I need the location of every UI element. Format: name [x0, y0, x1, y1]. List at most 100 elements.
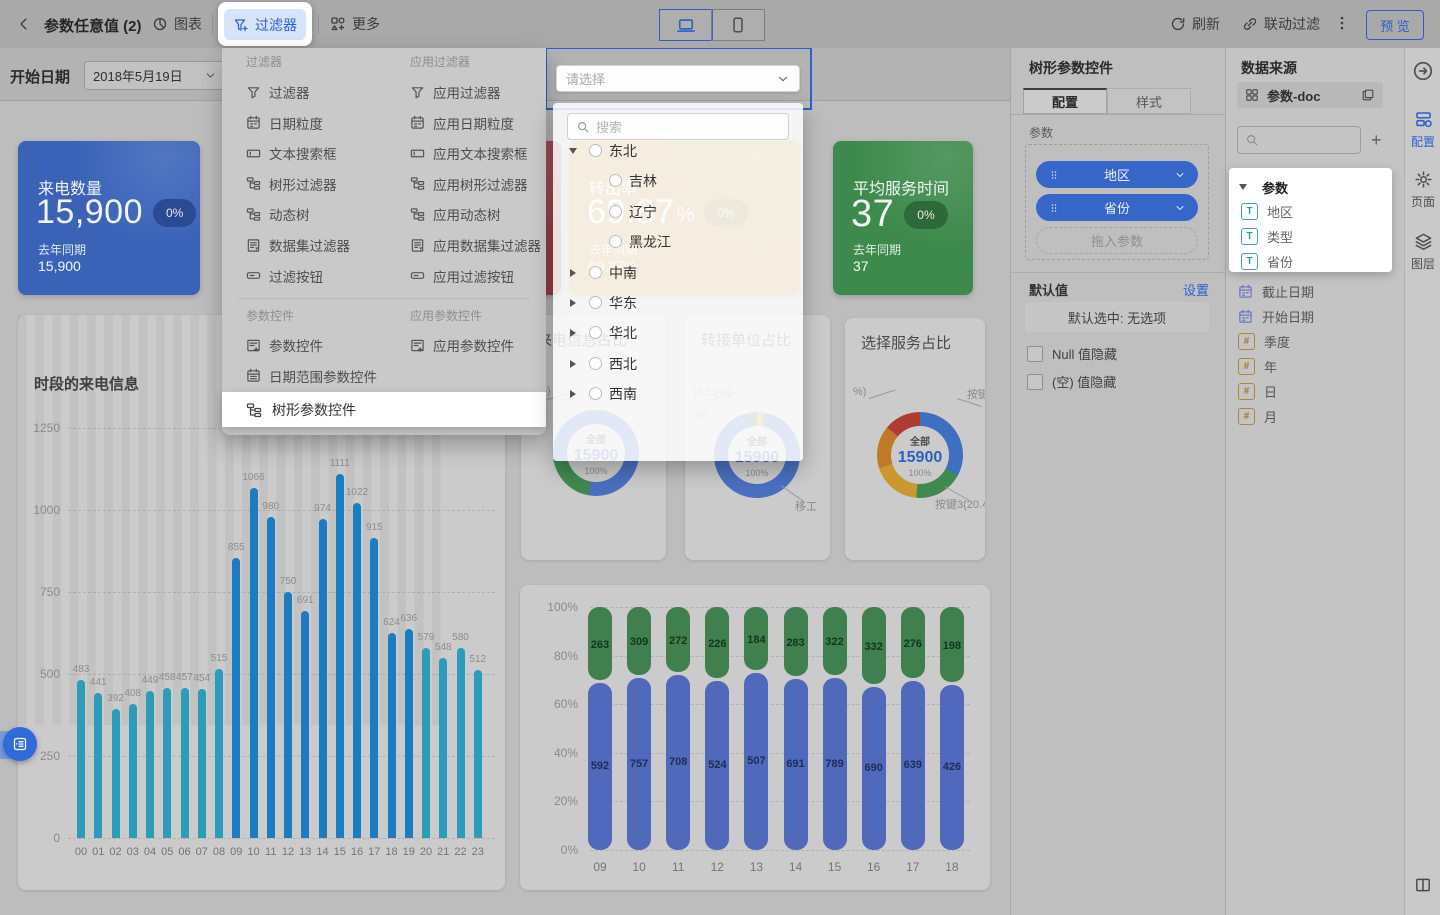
preview-button[interactable]: 预 览 — [1366, 10, 1424, 40]
kebab-menu-button[interactable] — [1334, 12, 1350, 34]
tree-node-西北[interactable]: 西北 — [553, 349, 803, 379]
bar-09 — [232, 558, 240, 838]
donut-callout-label: 按键 — [967, 386, 985, 402]
linkage-filter-button[interactable]: 联动过滤 — [1242, 13, 1320, 35]
filter-menu-button[interactable]: 过滤器 — [218, 2, 312, 46]
menu-item-日期粒度[interactable]: 日期粒度 — [246, 111, 323, 135]
dataset-selector[interactable]: 参数-doc — [1237, 82, 1383, 108]
more-menu-button[interactable]: 更多 — [330, 13, 380, 35]
menu-item-动态树[interactable]: 动态树 — [246, 202, 310, 226]
menu-item-应用文本搜索框[interactable]: 应用文本搜索框 — [410, 141, 528, 165]
kpi-card[interactable]: 来电数量15,9000%去年同期15,900 — [18, 141, 200, 295]
field-省份[interactable]: T省份 — [1241, 250, 1293, 272]
caret-down-icon[interactable] — [569, 148, 577, 154]
caret-right-icon[interactable] — [570, 269, 576, 277]
checkbox[interactable] — [1027, 374, 1043, 390]
field-季度[interactable]: #季度 — [1238, 330, 1290, 352]
stacked-percent-bar-chart[interactable]: 0%20%40%60%80%100%2635920930975710272708… — [520, 585, 990, 890]
bar-value-label: 1022 — [346, 487, 368, 498]
menu-item-过滤按钮[interactable]: 过滤按钮 — [246, 264, 323, 288]
service-share-donut-chart[interactable]: 选择服务占比 全部15900100%%)按键按键3(20.4 — [845, 318, 985, 560]
tree-node-中南[interactable]: 中南 — [553, 258, 803, 288]
menu-item-日期范围参数控件[interactable]: 日期范围参数控件 — [246, 364, 377, 388]
caret-down-icon[interactable] — [1239, 184, 1247, 190]
menu-item-应用参数控件[interactable]: 应用参数控件 — [410, 333, 514, 357]
kpi-card[interactable]: 平均服务时间370%去年同期37 — [833, 141, 973, 295]
radio-button[interactable] — [589, 387, 602, 400]
menu-item-应用树形过滤器[interactable]: 应用树形过滤器 — [410, 172, 528, 196]
add-field-button[interactable]: + — [1371, 130, 1382, 151]
x-axis-tick: 23 — [472, 846, 484, 858]
rail-item-页面[interactable]: 页面 — [1405, 170, 1440, 210]
chart-menu-button[interactable]: 图表 — [152, 13, 202, 35]
field-月[interactable]: #月 — [1238, 405, 1277, 427]
field-类型[interactable]: T类型 — [1241, 225, 1293, 247]
menu-item-应用日期粒度[interactable]: 应用日期粒度 — [410, 111, 514, 135]
rail-item-图层[interactable]: 图层 — [1405, 232, 1440, 272]
caret-right-icon[interactable] — [570, 299, 576, 307]
tree-node-华东[interactable]: 华东 — [553, 288, 803, 318]
radio-button[interactable] — [589, 357, 602, 370]
field-group-params[interactable]: 参数 — [1239, 176, 1288, 198]
menu-item-数据集过滤器[interactable]: 数据集过滤器 — [246, 233, 350, 257]
tree-node-黑龙江[interactable]: 黑龙江 — [553, 227, 803, 257]
tree-node-华北[interactable]: 华北 — [553, 318, 803, 348]
back-button[interactable] — [16, 13, 32, 35]
tab-style[interactable]: 样式 — [1107, 88, 1191, 114]
text-search-icon — [246, 146, 261, 161]
kebab-icon — [1334, 15, 1350, 31]
radio-button[interactable] — [589, 144, 602, 157]
tree-select-trigger[interactable]: 请选择 — [556, 65, 800, 92]
desktop-view-toggle[interactable] — [659, 9, 713, 41]
default-selection-box[interactable]: 默认选中: 无选项 — [1025, 302, 1209, 332]
radio-button[interactable] — [589, 296, 602, 309]
y-axis-tick: 500 — [20, 667, 60, 681]
tree-node-东北[interactable]: 东北 — [553, 136, 803, 166]
tree-node-辽宁[interactable]: 辽宁 — [553, 197, 803, 227]
menu-item-文本搜索框[interactable]: 文本搜索框 — [246, 141, 337, 165]
tab-config[interactable]: 配置 — [1023, 88, 1107, 114]
rail-item-配置[interactable]: 配置 — [1405, 110, 1440, 150]
radio-button[interactable] — [609, 174, 622, 187]
menu-item-应用过滤器[interactable]: 应用过滤器 — [410, 80, 501, 104]
outline-float-button[interactable] — [3, 727, 37, 761]
caret-right-icon[interactable] — [570, 329, 576, 337]
field-地区[interactable]: T地区 — [1241, 200, 1293, 222]
radio-button[interactable] — [589, 326, 602, 339]
mobile-view-toggle[interactable] — [711, 9, 765, 41]
caret-right-icon[interactable] — [570, 360, 576, 368]
param-pill-地区[interactable]: 地区 — [1036, 161, 1198, 188]
checkbox-empty-hide[interactable]: (空) 值隐藏 — [1027, 372, 1116, 391]
menu-item-应用过滤按钮[interactable]: 应用过滤按钮 — [410, 264, 514, 288]
param-pill-省份[interactable]: 省份 — [1036, 194, 1198, 221]
menu-item-应用数据集过滤器[interactable]: 应用数据集过滤器 — [410, 233, 541, 257]
radio-button[interactable] — [609, 205, 622, 218]
radio-button[interactable] — [589, 266, 602, 279]
x-axis-tick: 17 — [906, 860, 919, 874]
settings-link[interactable]: 设置 — [1183, 280, 1209, 299]
refresh-button[interactable]: 刷新 — [1170, 13, 1220, 35]
menu-item-树形过滤器[interactable]: 树形过滤器 — [246, 172, 337, 196]
field-年[interactable]: #年 — [1238, 355, 1277, 377]
collapse-panel-button[interactable] — [1412, 60, 1434, 82]
menu-item-过滤器[interactable]: 过滤器 — [246, 80, 310, 104]
tree-param-icon — [246, 402, 262, 418]
tree-node-吉林[interactable]: 吉林 — [553, 166, 803, 196]
filter-icon — [246, 85, 261, 100]
field-开始日期[interactable]: 开始日期 — [1238, 305, 1314, 327]
checkbox-null-hide[interactable]: Null 值隐藏 — [1027, 344, 1117, 363]
menu-item-参数控件[interactable]: 参数控件 — [246, 333, 323, 357]
checkbox[interactable] — [1027, 346, 1043, 362]
param-dropzone[interactable]: 拖入参数 地区省份 — [1025, 144, 1209, 260]
field-search-input[interactable] — [1237, 126, 1361, 154]
menu-item-应用动态树[interactable]: 应用动态树 — [410, 202, 501, 226]
menu-item-tree-param-control[interactable]: 树形参数控件 — [222, 392, 546, 427]
tree-node-西南[interactable]: 西南 — [553, 379, 803, 409]
radio-button[interactable] — [609, 235, 622, 248]
caret-right-icon[interactable] — [570, 390, 576, 398]
start-date-select[interactable]: 2018年5月19日 — [84, 61, 226, 90]
field-截止日期[interactable]: 截止日期 — [1238, 280, 1314, 302]
split-view-button[interactable] — [1414, 876, 1432, 894]
field-日[interactable]: #日 — [1238, 380, 1277, 402]
param-drop-hint[interactable]: 拖入参数 — [1036, 227, 1198, 254]
